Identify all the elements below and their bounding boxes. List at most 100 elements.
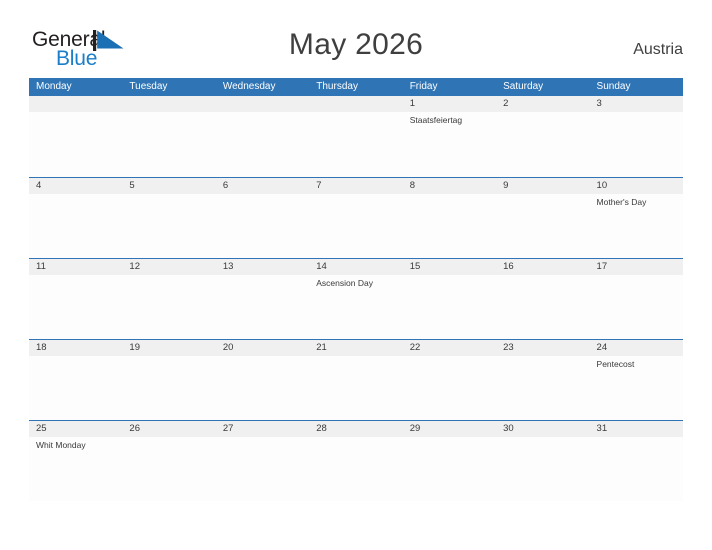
day-number: 21 [309, 340, 403, 356]
day-number: 10 [589, 178, 683, 194]
day-cell[interactable]: 15 [402, 259, 497, 339]
day-number: 1 [402, 96, 497, 112]
day-events [590, 112, 683, 115]
day-events [216, 356, 309, 359]
day-number: 15 [402, 259, 497, 275]
day-number: 12 [122, 259, 216, 275]
day-events [403, 356, 496, 359]
day-number: 8 [402, 178, 497, 194]
day-cell[interactable]: 19 [122, 340, 216, 420]
day-events [216, 112, 309, 115]
day-events [403, 437, 496, 440]
day-events [590, 437, 683, 440]
day-cell[interactable]: 9 [496, 178, 590, 258]
day-cell[interactable]: 1 Staatsfeiertag [402, 96, 497, 177]
day-number: 26 [122, 421, 216, 437]
day-number: 17 [589, 259, 683, 275]
day-number: 2 [496, 96, 590, 112]
day-cell[interactable]: 26 [122, 421, 216, 501]
day-cell[interactable]: 22 [402, 340, 497, 420]
day-number [215, 96, 310, 112]
day-events [496, 112, 589, 115]
day-number: 29 [402, 421, 497, 437]
calendar-page: General Blue May 2026 Austria Monday Tue… [0, 0, 712, 550]
day-cell[interactable]: 24 Pentecost [589, 340, 683, 420]
day-number: 20 [215, 340, 310, 356]
day-cell[interactable]: 11 [29, 259, 123, 339]
day-events [29, 112, 122, 115]
day-number: 6 [215, 178, 310, 194]
day-number: 5 [122, 178, 216, 194]
day-cell[interactable]: 4 [29, 178, 123, 258]
day-cell[interactable]: 31 [589, 421, 683, 501]
day-number: 13 [215, 259, 310, 275]
day-cell[interactable]: 17 [589, 259, 683, 339]
page-header: General Blue May 2026 Austria [0, 0, 712, 76]
day-cell[interactable] [122, 96, 216, 177]
day-cell[interactable]: 6 [215, 178, 310, 258]
day-cell[interactable]: 29 [402, 421, 497, 501]
page-title: May 2026 [288, 28, 424, 61]
day-events: Staatsfeiertag [403, 112, 496, 126]
day-cell[interactable]: 10 Mother's Day [589, 178, 683, 258]
day-events [216, 437, 309, 440]
day-cell[interactable]: 2 [496, 96, 590, 177]
day-number: 9 [496, 178, 590, 194]
day-number: 7 [309, 178, 403, 194]
day-events: Mother's Day [590, 194, 683, 208]
day-events [309, 194, 402, 197]
day-events: Whit Monday [29, 437, 122, 451]
day-events [122, 275, 215, 278]
day-number: 4 [29, 178, 123, 194]
day-cell[interactable] [29, 96, 123, 177]
day-events [216, 275, 309, 278]
holiday-label: Staatsfeiertag [409, 115, 463, 125]
day-number [122, 96, 216, 112]
day-cell[interactable]: 3 [589, 96, 683, 177]
day-events [309, 437, 402, 440]
day-number [29, 96, 123, 112]
day-cell[interactable]: 18 [29, 340, 123, 420]
day-number: 16 [496, 259, 590, 275]
day-events [309, 356, 402, 359]
day-events [309, 112, 402, 115]
day-events [122, 194, 215, 197]
day-cell[interactable]: 14 Ascension Day [309, 259, 403, 339]
day-number: 31 [589, 421, 683, 437]
day-events [590, 275, 683, 278]
day-number: 3 [589, 96, 683, 112]
day-cell[interactable]: 12 [122, 259, 216, 339]
weekday-header-row: Monday Tuesday Wednesday Thursday Friday… [29, 78, 683, 96]
weekday-saturday: Saturday [503, 81, 544, 92]
weekday-thursday: Thursday [316, 81, 358, 92]
day-cell[interactable] [215, 96, 310, 177]
day-cell[interactable]: 16 [496, 259, 590, 339]
weekday-sunday: Sunday [596, 81, 631, 92]
day-events: Pentecost [590, 356, 683, 370]
day-number: 25 [29, 421, 123, 437]
day-events [29, 356, 122, 359]
day-cell[interactable]: 5 [122, 178, 216, 258]
day-cell[interactable]: 25 Whit Monday [29, 421, 123, 501]
day-cell[interactable]: 30 [496, 421, 590, 501]
day-cell[interactable]: 28 [309, 421, 403, 501]
day-cell[interactable]: 27 [215, 421, 310, 501]
day-number: 18 [29, 340, 123, 356]
day-number [309, 96, 403, 112]
day-cell[interactable]: 21 [309, 340, 403, 420]
day-cell[interactable] [309, 96, 403, 177]
day-cell[interactable]: 7 [309, 178, 403, 258]
day-number: 30 [496, 421, 590, 437]
holiday-label: Mother's Day [596, 197, 647, 207]
day-number: 24 [589, 340, 683, 356]
day-cell[interactable]: 13 [215, 259, 310, 339]
week-row: 1 Staatsfeiertag 2 3 [29, 96, 683, 177]
day-cell[interactable]: 8 [402, 178, 497, 258]
day-cell[interactable]: 23 [496, 340, 590, 420]
day-cell[interactable]: 20 [215, 340, 310, 420]
day-events [29, 194, 122, 197]
week-row: 25 Whit Monday 26 27 28 29 30 31 [29, 420, 683, 501]
week-row: 18 19 20 21 22 23 24 Pentecost [29, 339, 683, 420]
weekday-tuesday: Tuesday [129, 81, 168, 92]
day-number: 27 [215, 421, 310, 437]
